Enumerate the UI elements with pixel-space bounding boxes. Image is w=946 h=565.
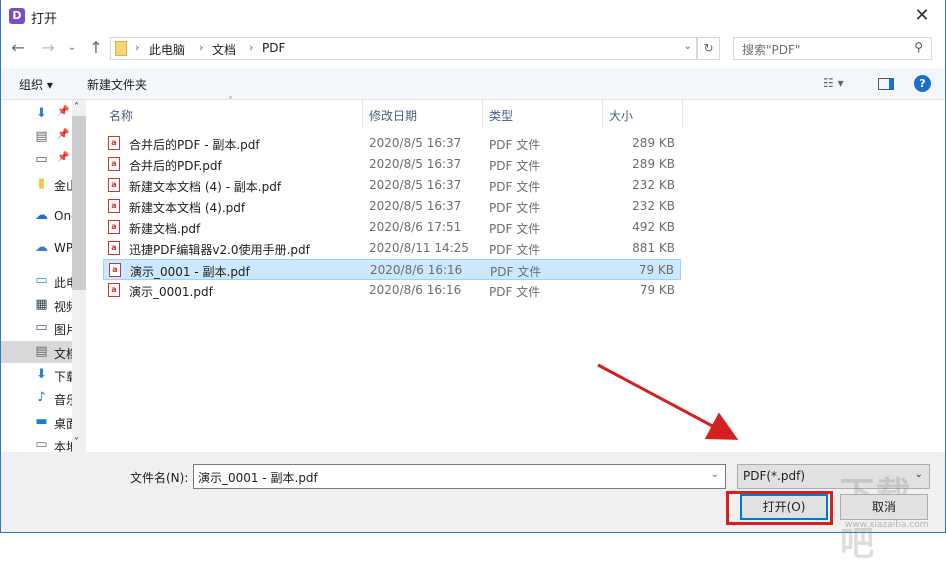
annotation-arrow — [597, 363, 739, 440]
